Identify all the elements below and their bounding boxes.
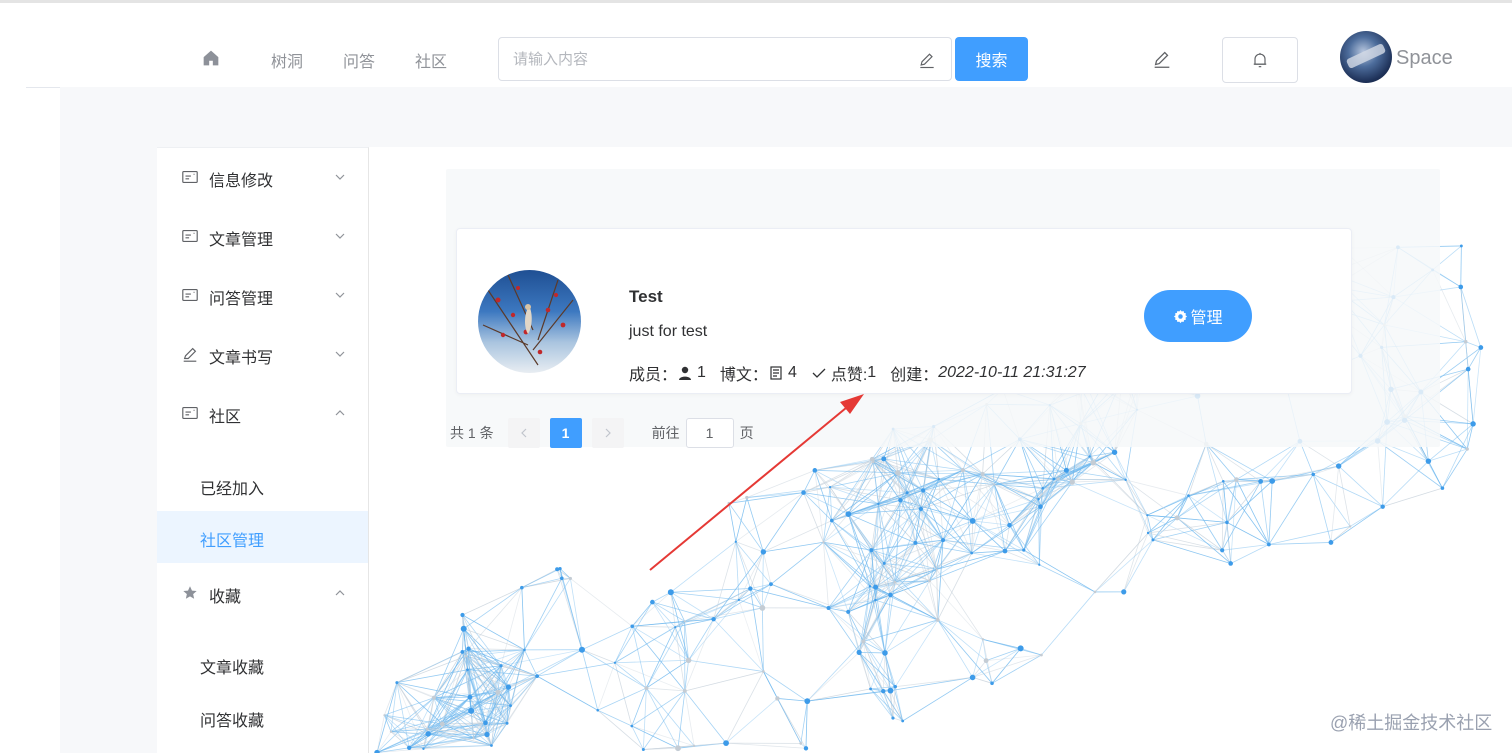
sidebar-subitem-label: 文章收藏 (200, 660, 265, 677)
sidebar-item-label: 文章管理 (209, 232, 274, 249)
main-content: Test just for test 成员： 1 博文： 4 点赞: 1 创建：… (369, 147, 1512, 753)
edit-icon[interactable] (1151, 48, 1173, 70)
prev-page-button[interactable] (507, 418, 540, 448)
created-label: 创建： (890, 367, 939, 384)
chevron-down-icon (335, 351, 345, 357)
avatar[interactable] (1340, 31, 1392, 83)
created-date: 2022-10-11 21:31:27 (938, 364, 1086, 381)
pencil-icon (920, 53, 934, 69)
sidebar-item-label: 文章书写 (209, 350, 274, 367)
likes-count: 1 (867, 364, 877, 381)
sidebar-subitem-qa-favorites[interactable]: 问答收藏 (157, 691, 368, 743)
sidebar-item-profile-edit[interactable]: 信息修改 (157, 148, 368, 206)
document-icon (770, 366, 782, 380)
home-icon[interactable] (200, 47, 222, 69)
goto-page-input[interactable] (685, 418, 734, 448)
chevron-down-icon (335, 292, 345, 298)
pagination-total: 共 1 条 (450, 425, 494, 441)
posts-label: 博文： (719, 367, 768, 384)
chevron-left-icon (520, 428, 527, 438)
manage-button-label: 管理 (1190, 310, 1223, 327)
bell-icon (1253, 52, 1267, 68)
gear-icon (1174, 309, 1188, 323)
sidebar-subitem-community-manage[interactable]: 社区管理 (157, 511, 368, 563)
chevron-up-icon (335, 590, 345, 596)
space-tab[interactable]: Space (1318, 31, 1472, 89)
nav-qa[interactable]: 问答 (343, 48, 375, 72)
search-box (498, 37, 952, 81)
community-description: just for test (629, 323, 708, 340)
chevron-down-icon (335, 174, 345, 180)
id-card-icon (182, 171, 198, 183)
watermark: @稀土掘金技术社区 (1330, 713, 1493, 733)
page-unit-label: 页 (739, 425, 754, 441)
id-card-icon (182, 230, 198, 242)
community-avatar (478, 270, 581, 373)
community-stats: 成员： 1 博文： 4 点赞: 1 创建： 2022-10-11 21:31:2… (629, 361, 1100, 385)
goto-label: 前往 (651, 425, 680, 441)
search-button[interactable]: 搜索 (955, 37, 1028, 81)
notification-button[interactable] (1222, 37, 1298, 83)
sidebar-item-community[interactable]: 社区 (157, 384, 368, 442)
pencil-icon (183, 347, 197, 362)
sidebar-item-label: 问答管理 (209, 291, 274, 308)
sidebar-item-label: 社区 (209, 409, 242, 426)
next-page-button[interactable] (591, 418, 624, 448)
chevron-up-icon (335, 410, 345, 416)
user-icon (679, 366, 692, 380)
community-name: Test (629, 287, 663, 306)
divider (26, 87, 60, 88)
sidebar-item-label: 收藏 (209, 589, 242, 606)
pagination: 共 1 条 1 前往 页 (450, 418, 754, 448)
bird-icon (482, 274, 574, 366)
likes-label: 点赞: (830, 367, 868, 384)
star-icon (183, 586, 197, 599)
sidebar-item-article-manage[interactable]: 文章管理 (157, 207, 368, 265)
sidebar-item-qa-manage[interactable]: 问答管理 (157, 266, 368, 324)
manage-button[interactable]: 管理 (1144, 290, 1252, 342)
sidebar-item-favorites[interactable]: 收藏 (157, 564, 368, 622)
chevron-down-icon (335, 233, 345, 239)
posts-count: 4 (787, 364, 797, 381)
sidebar-subitem-joined[interactable]: 已经加入 (157, 459, 368, 511)
sidebar-item-label: 信息修改 (209, 173, 274, 190)
sidebar-subitem-label: 已经加入 (200, 481, 265, 498)
sidebar-subitem-label: 社区管理 (200, 533, 265, 550)
members-count: 1 (697, 364, 706, 381)
search-input[interactable] (513, 38, 903, 80)
space-label: Space (1396, 47, 1453, 69)
members-label: 成员： (629, 367, 678, 384)
nav-community[interactable]: 社区 (415, 48, 447, 72)
page-number-current[interactable]: 1 (549, 418, 582, 448)
community-card: Test just for test 成员： 1 博文： 4 点赞: 1 创建：… (456, 228, 1352, 394)
sidebar-item-article-write[interactable]: 文章书写 (157, 325, 368, 383)
sidebar-menu: 信息修改 文章管理 问答管理 文章书写 社区 已经加入 社区管理 收藏 文章收藏… (157, 147, 369, 753)
id-card-icon (182, 407, 198, 419)
chevron-right-icon (605, 428, 611, 438)
sidebar-subitem-article-favorites[interactable]: 文章收藏 (157, 638, 368, 690)
top-header: 树洞 问答 社区 搜索 Space (0, 3, 1512, 89)
nav-tree-hole[interactable]: 树洞 (271, 48, 303, 72)
check-icon (812, 368, 826, 378)
id-card-icon (182, 289, 198, 301)
sidebar-subitem-label: 问答收藏 (200, 713, 265, 730)
